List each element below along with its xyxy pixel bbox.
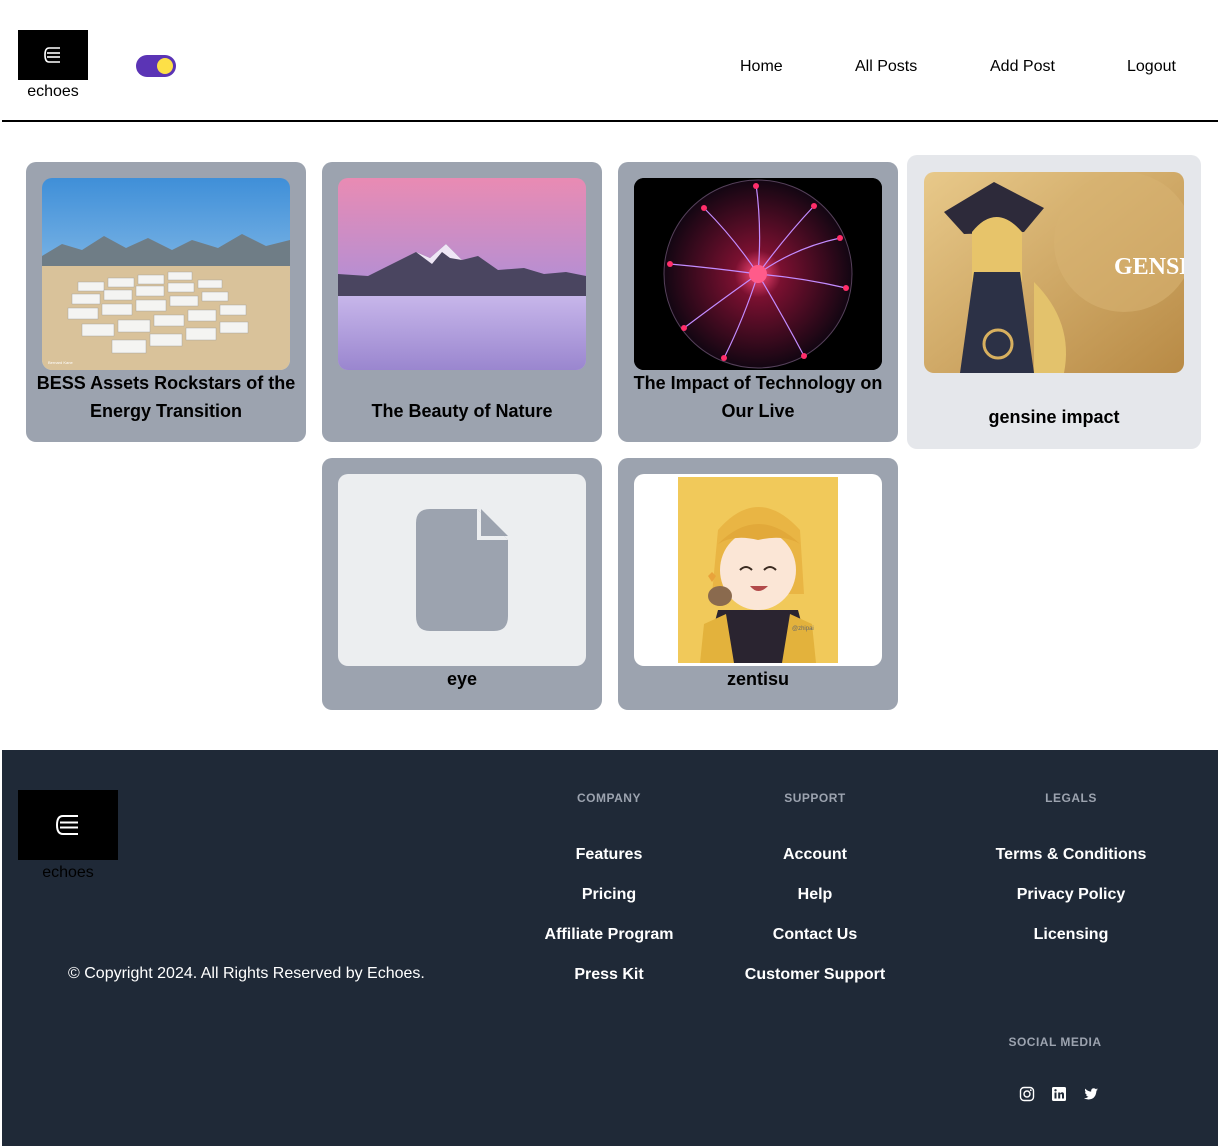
logo-text: echoes (27, 83, 79, 100)
post-card[interactable]: The Beauty of Nature (322, 162, 602, 442)
post-title[interactable]: eye (330, 665, 594, 693)
artist-signature: @zhipai (792, 626, 814, 632)
post-image-plasma-ball (634, 178, 882, 370)
footer-link-contact-us[interactable]: Contact Us (705, 926, 925, 944)
post-card[interactable]: @zhipai zentisu (618, 458, 898, 710)
footer-link-privacy-policy[interactable]: Privacy Policy (961, 886, 1181, 904)
footer-link-help[interactable]: Help (705, 886, 925, 904)
logo[interactable] (18, 30, 88, 80)
instagram-icon[interactable] (1019, 1086, 1035, 1102)
post-card[interactable]: Bernard Kane BESS Assets Rockstars of th… (26, 162, 306, 442)
twitter-icon[interactable] (1083, 1086, 1099, 1102)
legals-heading: LEGALS (1045, 791, 1097, 805)
linkedin-icon[interactable] (1051, 1086, 1067, 1102)
post-image-genshin-impact: GENSHIN IMPACT (924, 172, 1184, 373)
echoes-logo-icon (44, 47, 60, 63)
post-title[interactable]: The Impact of Technology on Our Live (626, 369, 890, 425)
post-image-placeholder (338, 474, 586, 666)
genshin-logo-text: GENSHIN IMPACT (1114, 254, 1184, 280)
site-footer: echoes © Copyright 2024. All Rights Rese… (2, 750, 1218, 1146)
footer-link-affiliate-program[interactable]: Affiliate Program (499, 926, 719, 944)
photo-credit: Bernard Kane (48, 360, 73, 365)
nav-logout[interactable]: Logout (1127, 58, 1176, 76)
post-title[interactable]: gensine impact (915, 403, 1193, 431)
footer-link-account[interactable]: Account (705, 846, 925, 864)
post-card[interactable]: eye (322, 458, 602, 710)
footer-link-pricing[interactable]: Pricing (499, 886, 719, 904)
post-card[interactable]: GENSHIN IMPACT gensine impact (907, 155, 1201, 449)
echoes-logo-icon (55, 815, 78, 835)
nav-all-posts[interactable]: All Posts (855, 58, 917, 76)
footer-link-press-kit[interactable]: Press Kit (499, 966, 719, 984)
company-heading: COMPANY (577, 791, 641, 805)
footer-link-customer-support[interactable]: Customer Support (705, 966, 925, 984)
post-image-mountain (338, 178, 586, 370)
file-icon (416, 509, 508, 631)
site-header: echoes Home All Posts Add Post Logout (2, 0, 1218, 122)
post-title[interactable]: zentisu (626, 665, 890, 693)
footer-logo-text: echoes (42, 864, 94, 881)
support-heading: SUPPORT (784, 791, 846, 805)
copyright-text: © Copyright 2024. All Rights Reserved by… (68, 965, 425, 982)
post-title[interactable]: BESS Assets Rockstars of the Energy Tran… (34, 369, 298, 425)
footer-link-licensing[interactable]: Licensing (961, 926, 1181, 944)
nav-add-post[interactable]: Add Post (990, 58, 1055, 76)
post-title[interactable]: The Beauty of Nature (330, 397, 594, 425)
post-image-battery-storage: Bernard Kane (42, 178, 290, 370)
social-media-heading: SOCIAL MEDIA (1008, 1035, 1102, 1049)
theme-toggle-knob (157, 58, 173, 74)
theme-toggle[interactable] (136, 55, 176, 77)
post-card[interactable]: The Impact of Technology on Our Live (618, 162, 898, 442)
footer-link-features[interactable]: Features (499, 846, 719, 864)
post-image-anime-character: @zhipai (634, 474, 882, 666)
footer-link-terms[interactable]: Terms & Conditions (961, 846, 1181, 864)
nav-home[interactable]: Home (740, 58, 783, 76)
footer-logo[interactable] (18, 790, 118, 860)
